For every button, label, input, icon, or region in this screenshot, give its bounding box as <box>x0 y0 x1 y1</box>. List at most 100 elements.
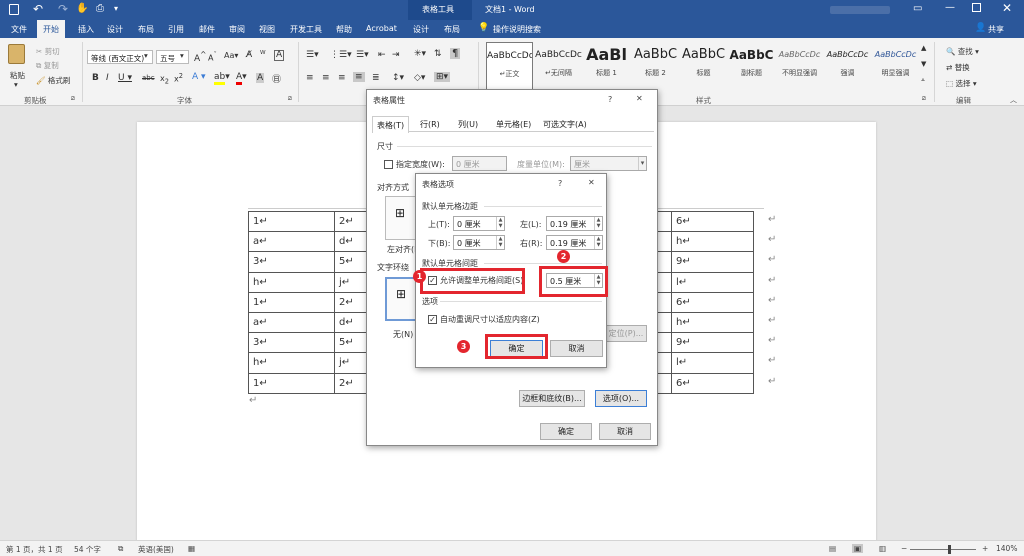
table-cell[interactable]: a↵ <box>248 231 335 253</box>
print-layout-icon[interactable]: ▣ <box>852 544 864 553</box>
increase-indent-icon[interactable]: ⇥ <box>392 50 400 60</box>
table-cell[interactable]: 6↵ <box>671 291 754 313</box>
italic-icon[interactable]: I <box>106 73 109 83</box>
tell-me-search[interactable]: 操作说明搜索 <box>493 24 541 35</box>
shrink-font-icon[interactable]: Aˇ <box>208 51 217 63</box>
save-icon[interactable] <box>9 4 19 15</box>
table-cell[interactable]: l↵ <box>671 352 754 374</box>
style-subtitle[interactable]: AaBbC 副标题 <box>728 42 775 90</box>
table-cell[interactable]: 9↵ <box>671 251 754 273</box>
close-icon[interactable]: ✕ <box>636 94 643 103</box>
shading-icon[interactable]: ◇▾ <box>414 73 425 83</box>
style-subtle-emphasis[interactable]: AaBbCcDc 不明显强调 <box>776 42 823 90</box>
line-spacing-icon[interactable]: ↕▾ <box>392 73 404 83</box>
char-border-icon[interactable]: A <box>274 50 285 61</box>
bullets-icon[interactable]: ☰▾ <box>306 50 319 60</box>
font-launcher-icon[interactable]: ⧄ <box>288 95 292 103</box>
highlight-icon[interactable]: ab▾ <box>214 72 230 85</box>
close-window-button[interactable]: ✕ <box>1002 1 1012 15</box>
wrap-none-option[interactable]: ⊞ <box>385 277 419 321</box>
web-layout-icon[interactable]: ▥ <box>879 544 886 553</box>
macro-icon[interactable]: ▦ <box>188 544 195 553</box>
style-no-spacing[interactable]: AaBbCcDc ↵无间隔 <box>535 42 582 90</box>
right-margin-input[interactable]: 0.19 厘米 ▲ ▼ <box>546 235 603 250</box>
cancel-button[interactable]: 取消 <box>599 423 651 440</box>
tab-alt-text[interactable]: 可选文字(A) <box>543 119 587 130</box>
table-cell[interactable]: h↵ <box>248 271 335 293</box>
redo-icon[interactable]: ↷ <box>58 2 68 16</box>
cancel-button[interactable]: 取消 <box>550 340 603 357</box>
enclose-char-icon[interactable]: ㊐ <box>272 72 281 85</box>
decrease-indent-icon[interactable]: ⇤ <box>378 50 386 60</box>
close-icon[interactable]: ✕ <box>588 178 595 187</box>
find-button[interactable]: 🔍 查找 ▾ <box>946 46 979 57</box>
style-normal[interactable]: AaBbCcDc ↵正文 <box>486 42 533 90</box>
align-left-option[interactable]: ⊞ <box>385 196 419 240</box>
paste-dropdown-icon[interactable]: ▾ <box>14 80 18 89</box>
replace-button[interactable]: ⇄ 替换 <box>946 62 970 73</box>
tab-column[interactable]: 列(U) <box>458 119 478 130</box>
table-cell[interactable]: 6↵ <box>671 210 754 233</box>
bold-icon[interactable]: B <box>92 73 99 83</box>
tab-help[interactable]: 帮助 <box>336 24 352 35</box>
zoom-slider[interactable] <box>910 545 976 554</box>
phonetic-icon[interactable]: ᵂ <box>260 50 266 60</box>
help-icon[interactable]: ? <box>608 95 612 104</box>
char-shading-icon[interactable]: A <box>256 73 265 83</box>
maximize-button[interactable] <box>972 3 981 12</box>
ok-button[interactable]: 确定 <box>540 423 592 440</box>
tab-table[interactable]: 表格(T) <box>372 116 410 133</box>
show-marks-icon[interactable]: ¶ <box>450 48 461 59</box>
tab-table-layout[interactable]: 布局 <box>444 24 460 35</box>
style-emphasis[interactable]: AaBbCcDc 强调 <box>824 42 871 90</box>
tab-cell[interactable]: 单元格(E) <box>496 119 531 130</box>
table-cell[interactable]: a↵ <box>248 311 335 334</box>
styles-scroll-up-icon[interactable]: ▲ <box>921 44 926 52</box>
clear-format-icon[interactable]: A̸ <box>246 50 252 60</box>
left-margin-input[interactable]: 0.19 厘米 ▲ ▼ <box>546 216 603 231</box>
font-name-dropdown-icon[interactable]: ▾ <box>144 51 148 60</box>
table-cell[interactable]: h↵ <box>671 311 754 334</box>
page-count[interactable]: 第 1 页，共 1 页 <box>6 544 63 555</box>
table-cell[interactable]: l↵ <box>671 271 754 293</box>
table-cell[interactable]: 6↵ <box>671 372 754 394</box>
table-cell[interactable]: 3↵ <box>248 251 335 273</box>
zoom-level[interactable]: 140% <box>996 544 1017 553</box>
style-title[interactable]: AaBbC 标题 <box>680 42 727 90</box>
styles-more-icon[interactable]: ⩡ <box>921 76 925 85</box>
tab-insert[interactable]: 插入 <box>78 24 94 35</box>
position-button[interactable]: 定位(P)... <box>605 325 647 342</box>
clipboard-launcher-icon[interactable]: ⧄ <box>71 95 75 103</box>
zoom-thumb[interactable] <box>948 545 951 554</box>
chinese-layout-icon[interactable]: ✳▾ <box>414 49 426 59</box>
table-cell[interactable]: 9↵ <box>671 332 754 354</box>
distribute-icon[interactable]: ≣ <box>372 73 380 83</box>
format-painter-button[interactable]: 🖌 格式刷 <box>36 75 70 86</box>
sort-icon[interactable]: ⇅ <box>434 49 442 59</box>
font-size-combo[interactable]: 五号 <box>156 50 189 64</box>
tab-developer[interactable]: 开发工具 <box>290 24 322 35</box>
tab-review[interactable]: 审阅 <box>229 24 245 35</box>
align-center-icon[interactable]: ≡ <box>322 73 330 83</box>
zoom-out-icon[interactable]: − <box>901 544 907 553</box>
tab-file[interactable]: 文件 <box>11 24 27 35</box>
tab-references[interactable]: 引用 <box>168 24 184 35</box>
table-cell[interactable]: 3↵ <box>248 332 335 354</box>
user-avatar-placeholder[interactable] <box>830 6 890 14</box>
copy-button[interactable]: ⧉ 复制 <box>36 60 59 71</box>
help-icon[interactable]: ? <box>558 179 562 188</box>
tab-view[interactable]: 视图 <box>259 24 275 35</box>
table-cell[interactable]: 1↵ <box>248 210 335 233</box>
style-heading-2[interactable]: AaBbC 标题 2 <box>632 42 679 90</box>
borders-shading-button[interactable]: 边框和底纹(B)... <box>519 390 585 407</box>
customize-qat-icon[interactable]: ▾ <box>114 4 118 13</box>
tab-acrobat[interactable]: Acrobat <box>366 24 397 33</box>
top-margin-input[interactable]: 0 厘米 ▲ ▼ <box>453 216 505 231</box>
touch-icon[interactable]: ✋ <box>76 3 88 14</box>
ribbon-display-icon[interactable]: ▭ <box>913 3 922 14</box>
table-cell[interactable]: h↵ <box>671 231 754 253</box>
change-case-icon[interactable]: Aa▾ <box>224 51 238 60</box>
multilevel-icon[interactable]: ☰▾ <box>356 50 369 60</box>
autofit-checkbox[interactable]: ✓ 自动重调尺寸以适应内容(Z) <box>428 314 540 325</box>
language[interactable]: 英语(美国) <box>138 544 174 555</box>
